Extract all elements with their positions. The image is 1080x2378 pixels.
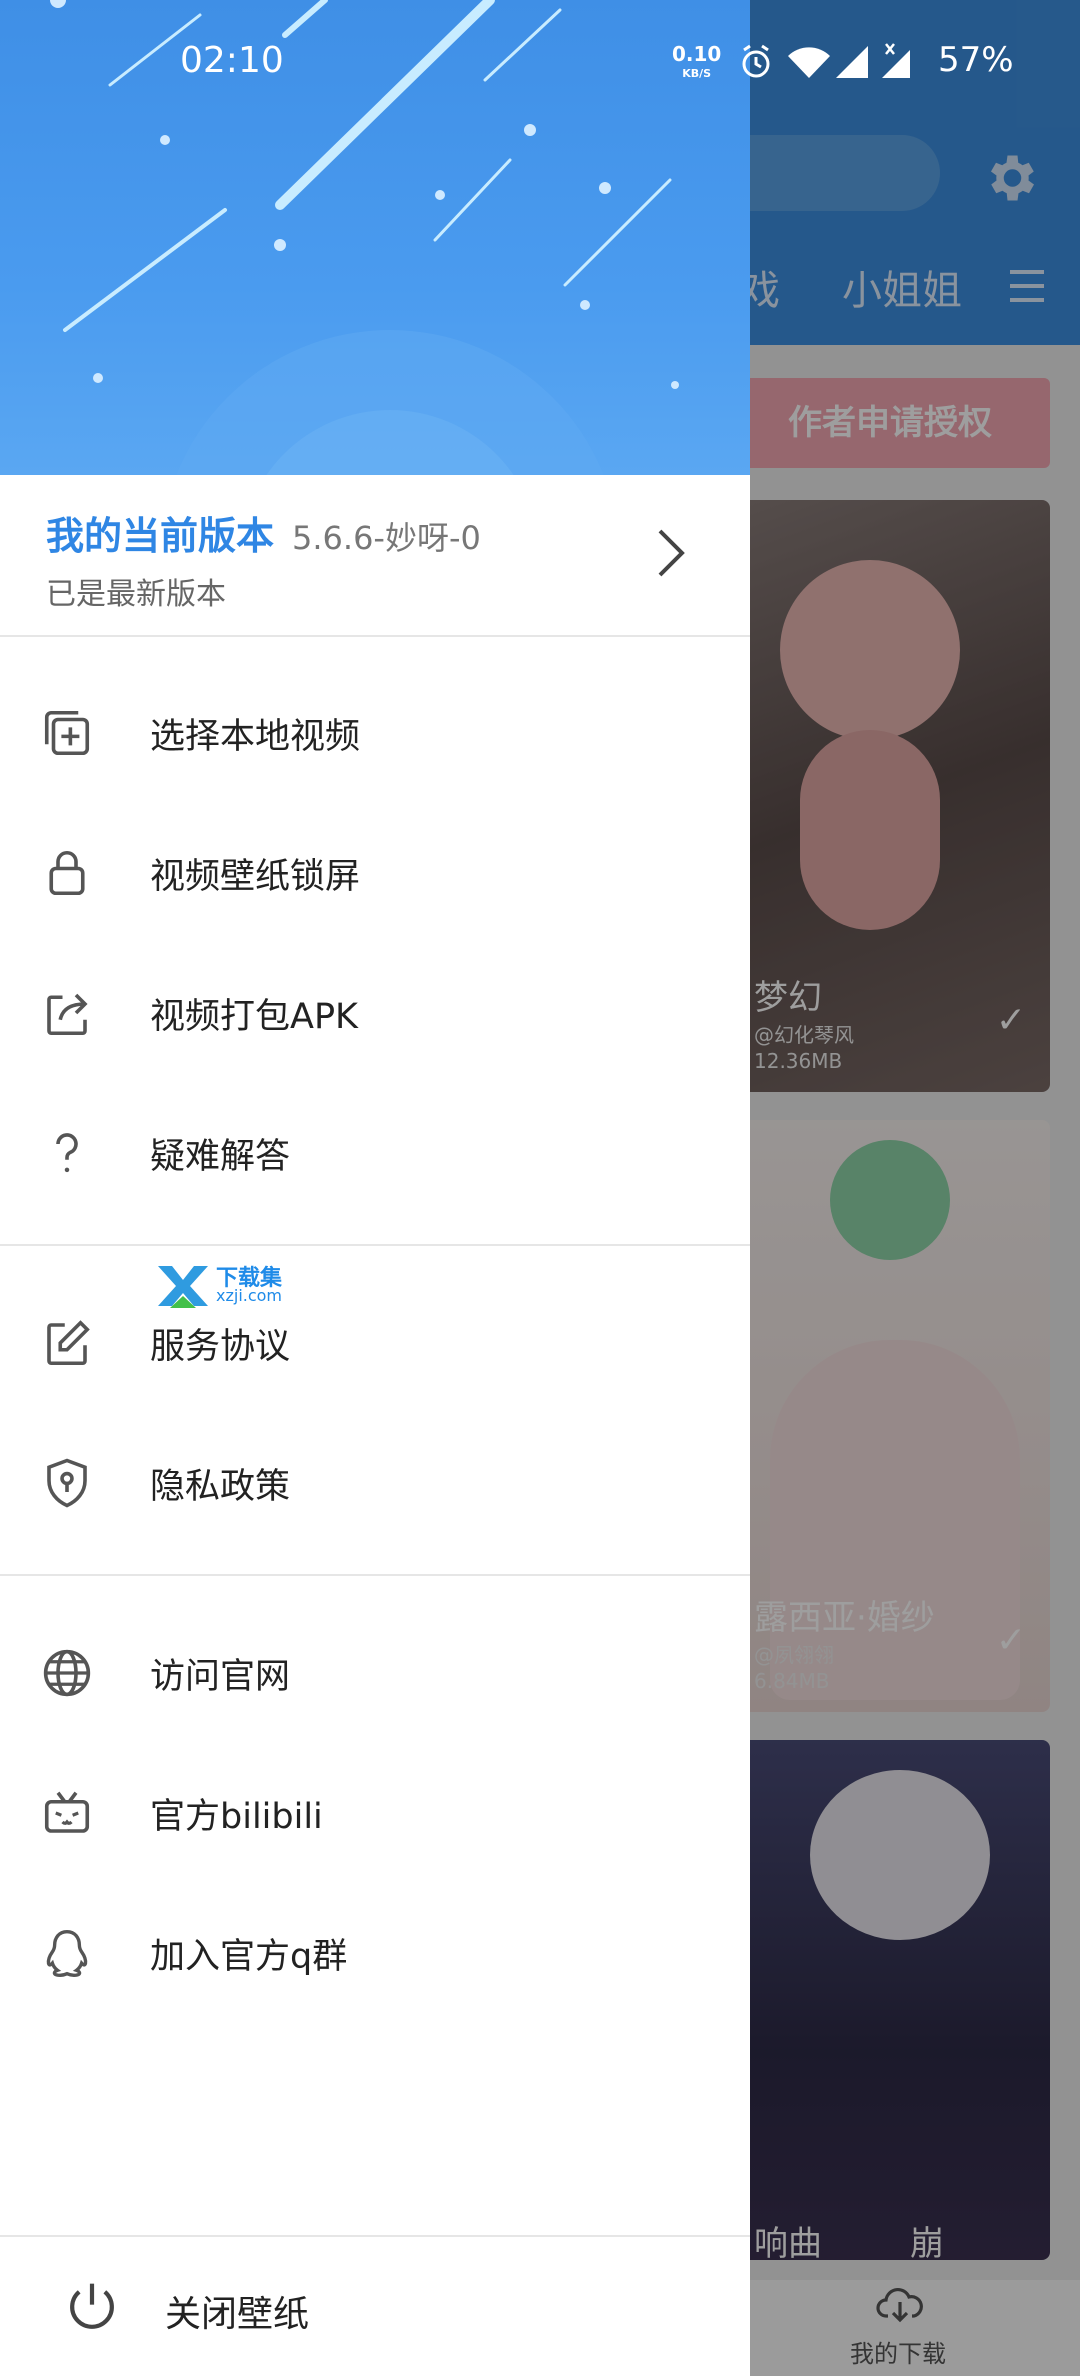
menu-divider: [0, 1244, 750, 1246]
menu-item-label: 服务协议: [150, 1327, 291, 1367]
menu-item-select-local-video[interactable]: 选择本地视频: [0, 660, 750, 800]
menu-item-label: 选择本地视频: [150, 717, 361, 757]
menu-item-label: 官方bilibili: [150, 1797, 323, 1837]
menu-item-service-agreement[interactable]: 服务协议: [0, 1270, 750, 1410]
menu-item-label: 隐私政策: [150, 1467, 291, 1507]
menu-item-qq-group[interactable]: 加入官方q群: [0, 1880, 750, 2020]
navigation-drawer: 我的当前版本 5.6.6-妙呀-0 已是最新版本 选择本地视频 视频壁纸锁屏 视…: [0, 0, 750, 2376]
menu-item-label: 视频打包APK: [150, 997, 359, 1037]
shield-icon: [47, 1458, 87, 1508]
version-number: 5.6.6-妙呀-0: [292, 519, 481, 557]
signal-icon: [836, 46, 868, 78]
close-wallpaper-button[interactable]: 关闭壁纸: [0, 2235, 750, 2378]
status-bar: 02:10 0.10 KB/S 57%: [0, 0, 1080, 120]
menu-item-official-site[interactable]: 访问官网: [0, 1600, 750, 1740]
status-time: 02:10: [180, 40, 284, 81]
status-icons: [742, 43, 910, 78]
menu-item-label: 加入官方q群: [150, 1937, 348, 1977]
wifi-icon: [788, 47, 830, 78]
menu-item-label: 访问官网: [150, 1657, 291, 1697]
question-icon: [56, 1133, 78, 1173]
menu-item-lock-screen[interactable]: 视频壁纸锁屏: [0, 800, 750, 940]
version-label: 我的当前版本: [46, 514, 275, 558]
menu-item-label: 疑难解答: [150, 1137, 291, 1177]
share-icon: [47, 993, 88, 1036]
menu-item-label: 视频壁纸锁屏: [150, 857, 361, 897]
version-status: 已是最新版本: [46, 577, 226, 612]
add-copy-icon: [44, 710, 90, 756]
version-row[interactable]: 我的当前版本 5.6.6-妙呀-0 已是最新版本: [0, 475, 750, 637]
network-speed-unit: KB/S: [682, 67, 712, 80]
menu-divider: [0, 1574, 750, 1576]
edit-icon: [47, 1320, 90, 1366]
chevron-right-icon: [658, 529, 685, 577]
close-wallpaper-label: 关闭壁纸: [165, 2294, 310, 2335]
signal-x-icon: [882, 43, 910, 78]
power-icon: [70, 2283, 114, 2329]
menu-item-package-apk[interactable]: 视频打包APK: [0, 940, 750, 1080]
lock-icon: [49, 850, 85, 896]
menu-item-privacy-policy[interactable]: 隐私政策: [0, 1410, 750, 1550]
menu-item-bilibili[interactable]: 官方bilibili: [0, 1740, 750, 1880]
menu-item-faq[interactable]: 疑难解答: [0, 1080, 750, 1220]
qq-icon: [46, 1929, 88, 1977]
network-speed: 0.10 KB/S: [672, 44, 721, 84]
bilibili-icon: [44, 1791, 90, 1833]
alarm-icon: [742, 44, 770, 78]
globe-icon: [43, 1649, 91, 1697]
battery-level: 57%: [938, 40, 1014, 80]
network-speed-value: 0.10: [672, 42, 722, 66]
